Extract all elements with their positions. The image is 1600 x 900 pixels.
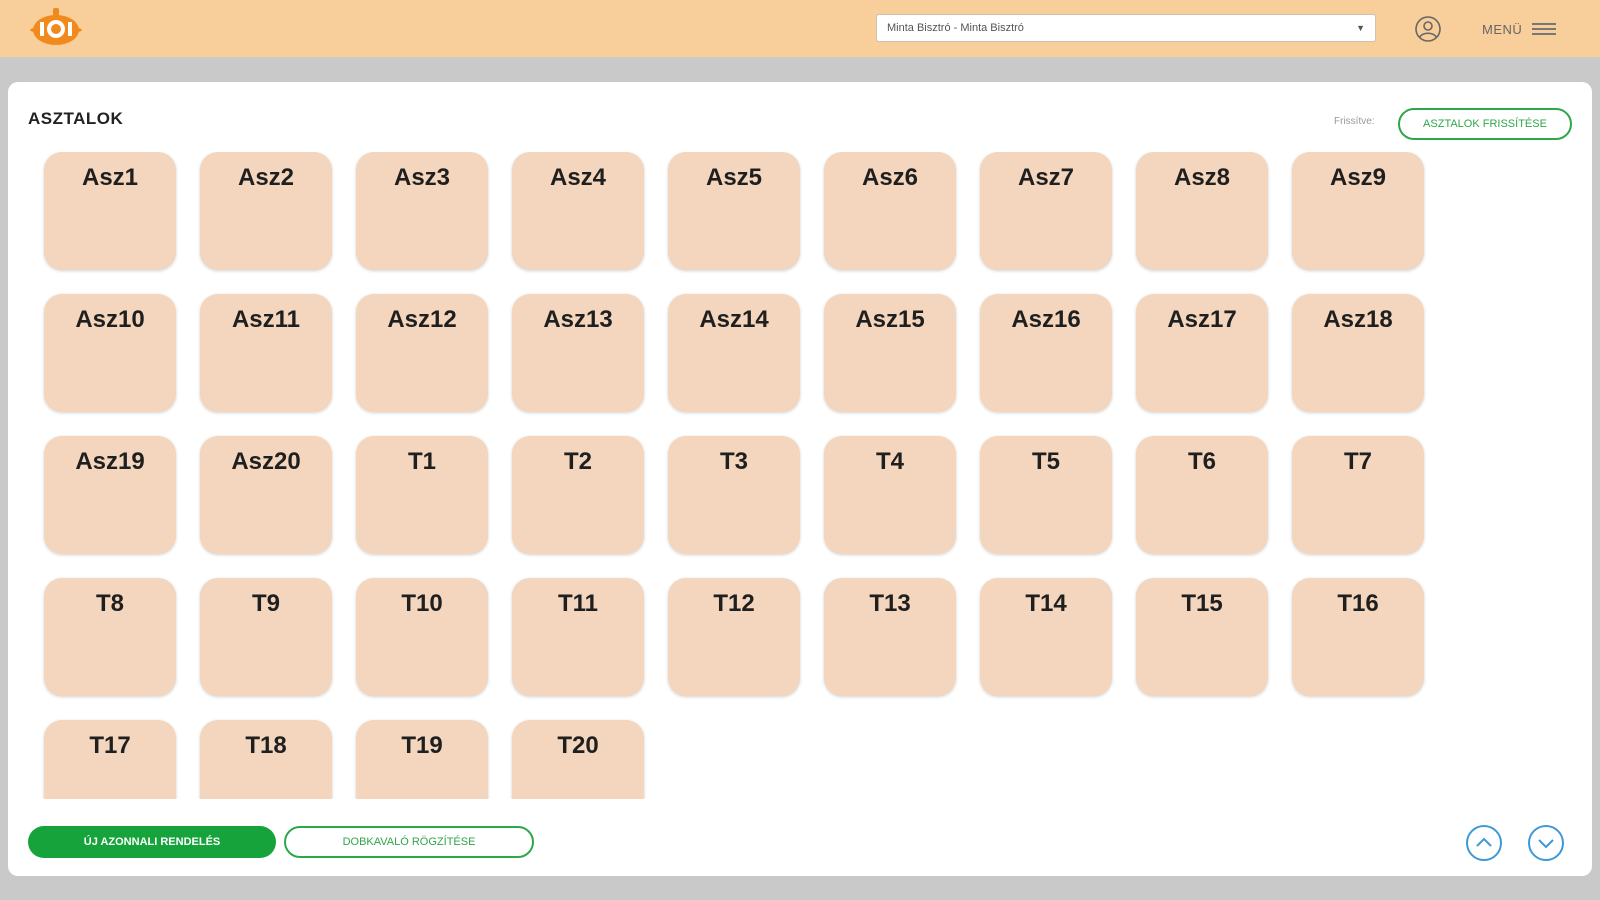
table-tile[interactable]: Asz14 xyxy=(668,294,800,412)
refresh-hint: Frissítve: xyxy=(1334,116,1375,127)
table-tile[interactable]: T18 xyxy=(200,720,332,799)
table-tile[interactable]: T12 xyxy=(668,578,800,696)
table-tile[interactable]: Asz18 xyxy=(1292,294,1424,412)
table-tile[interactable]: Asz8 xyxy=(1136,152,1268,270)
venue-select[interactable]: Minta Bisztró - Minta Bisztró ▼ xyxy=(876,14,1376,42)
table-tile[interactable]: Asz12 xyxy=(356,294,488,412)
table-tile[interactable]: T19 xyxy=(356,720,488,799)
menu-label: MENÜ xyxy=(1482,21,1523,37)
tables-grid: Asz1 Asz2 Asz3 Asz4 Asz5 Asz6 Asz7 Asz8 Asz9 Asz1… xyxy=(8,152,1592,799)
table-tile[interactable]: Asz9 xyxy=(1292,152,1424,270)
table-tile[interactable]: T7 xyxy=(1292,436,1424,554)
table-tile[interactable]: Asz2 xyxy=(200,152,332,270)
table-tile[interactable]: T1 xyxy=(356,436,488,554)
new-order-button[interactable]: ÚJ AZONNALI RENDELÉS xyxy=(28,826,276,858)
table-tile[interactable]: T4 xyxy=(824,436,956,554)
table-tile[interactable]: Asz16 xyxy=(980,294,1112,412)
table-tile[interactable]: T15 xyxy=(1136,578,1268,696)
table-tile[interactable]: T9 xyxy=(200,578,332,696)
takeaway-button[interactable]: DOBKAVALÓ RÖGZÍTÉSE xyxy=(284,826,534,858)
table-tile[interactable]: T16 xyxy=(1292,578,1424,696)
table-tile[interactable]: T5 xyxy=(980,436,1112,554)
user-icon[interactable] xyxy=(1414,15,1442,43)
table-tile[interactable]: Asz7 xyxy=(980,152,1112,270)
top-bar: Minta Bisztró - Minta Bisztró ▼ MENÜ xyxy=(0,0,1600,57)
chevron-up-icon[interactable] xyxy=(1465,824,1503,862)
table-tile[interactable]: T17 xyxy=(44,720,176,799)
chevron-down-icon: ▼ xyxy=(1356,23,1365,33)
tables-panel: ASZTALOK Frissítve: ASZTALOK FRISSÍTÉSE … xyxy=(8,82,1592,876)
table-tile[interactable]: T14 xyxy=(980,578,1112,696)
refresh-tables-button[interactable]: ASZTALOK FRISSÍTÉSE xyxy=(1398,108,1572,140)
logo-icon[interactable] xyxy=(26,6,86,52)
table-tile[interactable]: Asz10 xyxy=(44,294,176,412)
table-tile[interactable]: T2 xyxy=(512,436,644,554)
table-tile[interactable]: Asz6 xyxy=(824,152,956,270)
table-tile[interactable]: Asz19 xyxy=(44,436,176,554)
table-tile[interactable]: Asz3 xyxy=(356,152,488,270)
table-tile[interactable]: T13 xyxy=(824,578,956,696)
menu-button[interactable]: MENÜ xyxy=(1482,16,1557,42)
page-title: ASZTALOK xyxy=(28,109,124,128)
table-tile[interactable]: Asz1 xyxy=(44,152,176,270)
table-tile[interactable]: Asz17 xyxy=(1136,294,1268,412)
table-tile[interactable]: Asz11 xyxy=(200,294,332,412)
table-tile[interactable]: Asz13 xyxy=(512,294,644,412)
table-tile[interactable]: Asz5 xyxy=(668,152,800,270)
chevron-down-icon[interactable] xyxy=(1527,824,1565,862)
table-tile[interactable]: T3 xyxy=(668,436,800,554)
table-tile[interactable]: T20 xyxy=(512,720,644,799)
hamburger-icon xyxy=(1532,23,1557,35)
table-tile[interactable]: Asz4 xyxy=(512,152,644,270)
table-tile[interactable]: Asz20 xyxy=(200,436,332,554)
table-tile[interactable]: T10 xyxy=(356,578,488,696)
table-tile[interactable]: T6 xyxy=(1136,436,1268,554)
table-tile[interactable]: T8 xyxy=(44,578,176,696)
venue-select-value: Minta Bisztró - Minta Bisztró xyxy=(887,22,1024,34)
table-tile[interactable]: T11 xyxy=(512,578,644,696)
table-tile[interactable]: Asz15 xyxy=(824,294,956,412)
